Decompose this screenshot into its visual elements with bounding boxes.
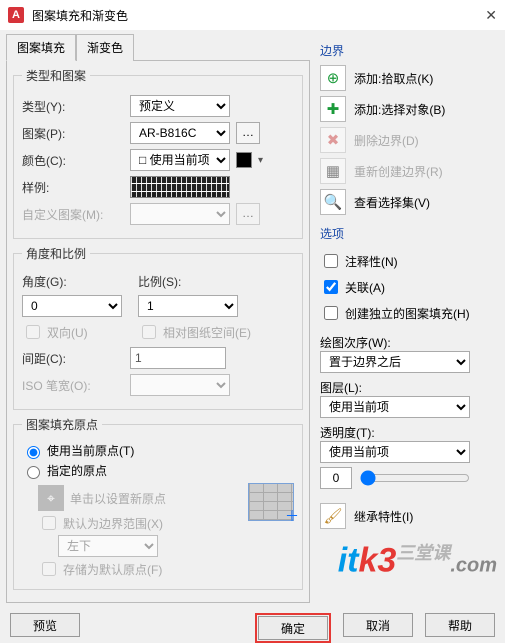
- select-custom-pattern: [130, 203, 230, 225]
- label-sample: 样例:: [22, 179, 124, 196]
- color-swatch[interactable]: [236, 152, 252, 168]
- label-use-current-origin: 使用当前原点(T): [47, 442, 134, 459]
- slider-transparency[interactable]: [360, 470, 470, 486]
- select-layer[interactable]: 使用当前项: [320, 396, 470, 418]
- legend-angle-scale: 角度和比例: [22, 245, 90, 262]
- title-boundary: 边界: [320, 42, 499, 59]
- tab-hatch[interactable]: 图案填充: [6, 34, 76, 61]
- select-object-icon[interactable]: ✚: [320, 96, 346, 122]
- label-transparency: 透明度(T):: [320, 424, 499, 441]
- select-color[interactable]: □ 使用当前项: [130, 149, 230, 171]
- select-pattern[interactable]: AR-B816C: [130, 122, 230, 144]
- title-options: 选项: [320, 225, 499, 242]
- pattern-browse-button[interactable]: …: [236, 122, 260, 144]
- select-object-button[interactable]: 添加:选择对象(B): [354, 101, 445, 118]
- label-store-default: 存储为默认原点(F): [63, 561, 162, 578]
- label-type: 类型(Y):: [22, 98, 124, 115]
- input-transparency-value[interactable]: [320, 467, 352, 489]
- checkbox-default-bound: [42, 516, 56, 530]
- sample-preview[interactable]: [130, 176, 230, 198]
- select-iso: [130, 374, 230, 396]
- close-icon[interactable]: ✕: [485, 7, 497, 24]
- custom-pattern-browse-button: …: [236, 203, 260, 225]
- label-custom-pattern: 自定义图案(M):: [22, 206, 124, 223]
- remove-boundary-button: 删除边界(D): [354, 132, 419, 149]
- dropdown-icon[interactable]: ▾: [258, 155, 263, 166]
- label-specified-origin: 指定的原点: [47, 462, 107, 479]
- group-origin: 图案填充原点 使用当前原点(T) 指定的原点 ⌖ 单击以设置新原点 默认为边界范…: [13, 416, 303, 590]
- label-annotative: 注释性(N): [345, 253, 398, 270]
- label-double: 双向(U): [47, 324, 88, 341]
- label-angle: 角度(G):: [22, 273, 132, 290]
- preview-button[interactable]: 预览: [10, 613, 80, 637]
- legend-type-pattern: 类型和图案: [22, 67, 90, 84]
- radio-use-current-origin[interactable]: [27, 446, 40, 459]
- pick-point-icon[interactable]: ⊕: [320, 65, 346, 91]
- view-selection-button[interactable]: 查看选择集(V): [354, 194, 430, 211]
- select-angle[interactable]: 0: [22, 295, 122, 317]
- checkbox-assoc[interactable]: [324, 280, 338, 294]
- recreate-boundary-button: 重新创建边界(R): [354, 163, 443, 180]
- app-logo: A: [8, 7, 24, 23]
- label-relpaper: 相对图纸空间(E): [163, 324, 251, 341]
- select-draworder[interactable]: 置于边界之后: [320, 351, 470, 373]
- label-draworder: 绘图次序(W):: [320, 334, 499, 351]
- help-button[interactable]: 帮助: [425, 613, 495, 637]
- label-spacing: 间距(C):: [22, 350, 124, 367]
- label-scale: 比例(S):: [138, 273, 228, 290]
- checkbox-store-default: [42, 562, 56, 576]
- select-scale[interactable]: 1: [138, 295, 238, 317]
- recreate-boundary-icon: ▦: [320, 158, 346, 184]
- checkbox-relpaper: [142, 325, 156, 339]
- label-pattern: 图案(P):: [22, 125, 124, 142]
- remove-boundary-icon: ✖: [320, 127, 346, 153]
- radio-specified-origin[interactable]: [27, 466, 40, 479]
- input-spacing: [130, 347, 226, 369]
- tab-panel: 类型和图案 类型(Y): 预定义 图案(P): AR-B816C … 颜色(C)…: [6, 60, 310, 603]
- label-layer: 图层(L):: [320, 379, 499, 396]
- plus-icon: ＋: [285, 506, 299, 526]
- checkbox-double: [26, 325, 40, 339]
- cancel-button[interactable]: 取消: [343, 613, 413, 637]
- label-iso: ISO 笔宽(O):: [22, 377, 124, 394]
- window-title: 图案填充和渐变色: [32, 7, 485, 24]
- select-type[interactable]: 预定义: [130, 95, 230, 117]
- group-angle-scale: 角度和比例 角度(G): 比例(S): 0 1 双向(U) 相对图纸空间(E) …: [13, 245, 303, 410]
- titlebar: A 图案填充和渐变色 ✕: [0, 0, 505, 30]
- select-transparency[interactable]: 使用当前项: [320, 441, 470, 463]
- checkbox-annotative[interactable]: [324, 254, 338, 268]
- inherit-icon[interactable]: 🖌: [320, 503, 346, 529]
- view-selection-icon[interactable]: 🔍: [320, 189, 346, 215]
- inherit-button[interactable]: 继承特性(I): [354, 508, 413, 525]
- label-independent: 创建独立的图案填充(H): [345, 305, 470, 322]
- label-click-new-origin: 单击以设置新原点: [70, 490, 166, 507]
- label-assoc: 关联(A): [345, 279, 385, 296]
- legend-origin: 图案填充原点: [22, 416, 102, 433]
- tab-gradient[interactable]: 渐变色: [76, 34, 134, 61]
- set-origin-icon: ⌖: [38, 485, 64, 511]
- group-type-pattern: 类型和图案 类型(Y): 预定义 图案(P): AR-B816C … 颜色(C)…: [13, 67, 303, 239]
- select-origin-pos: 左下: [58, 535, 158, 557]
- origin-preview: ＋: [248, 483, 294, 521]
- checkbox-independent[interactable]: [324, 306, 338, 320]
- ok-button[interactable]: 确定: [258, 616, 328, 640]
- label-color: 颜色(C):: [22, 152, 124, 169]
- label-default-bound: 默认为边界范围(X): [63, 515, 163, 532]
- pick-point-button[interactable]: 添加:拾取点(K): [354, 70, 433, 87]
